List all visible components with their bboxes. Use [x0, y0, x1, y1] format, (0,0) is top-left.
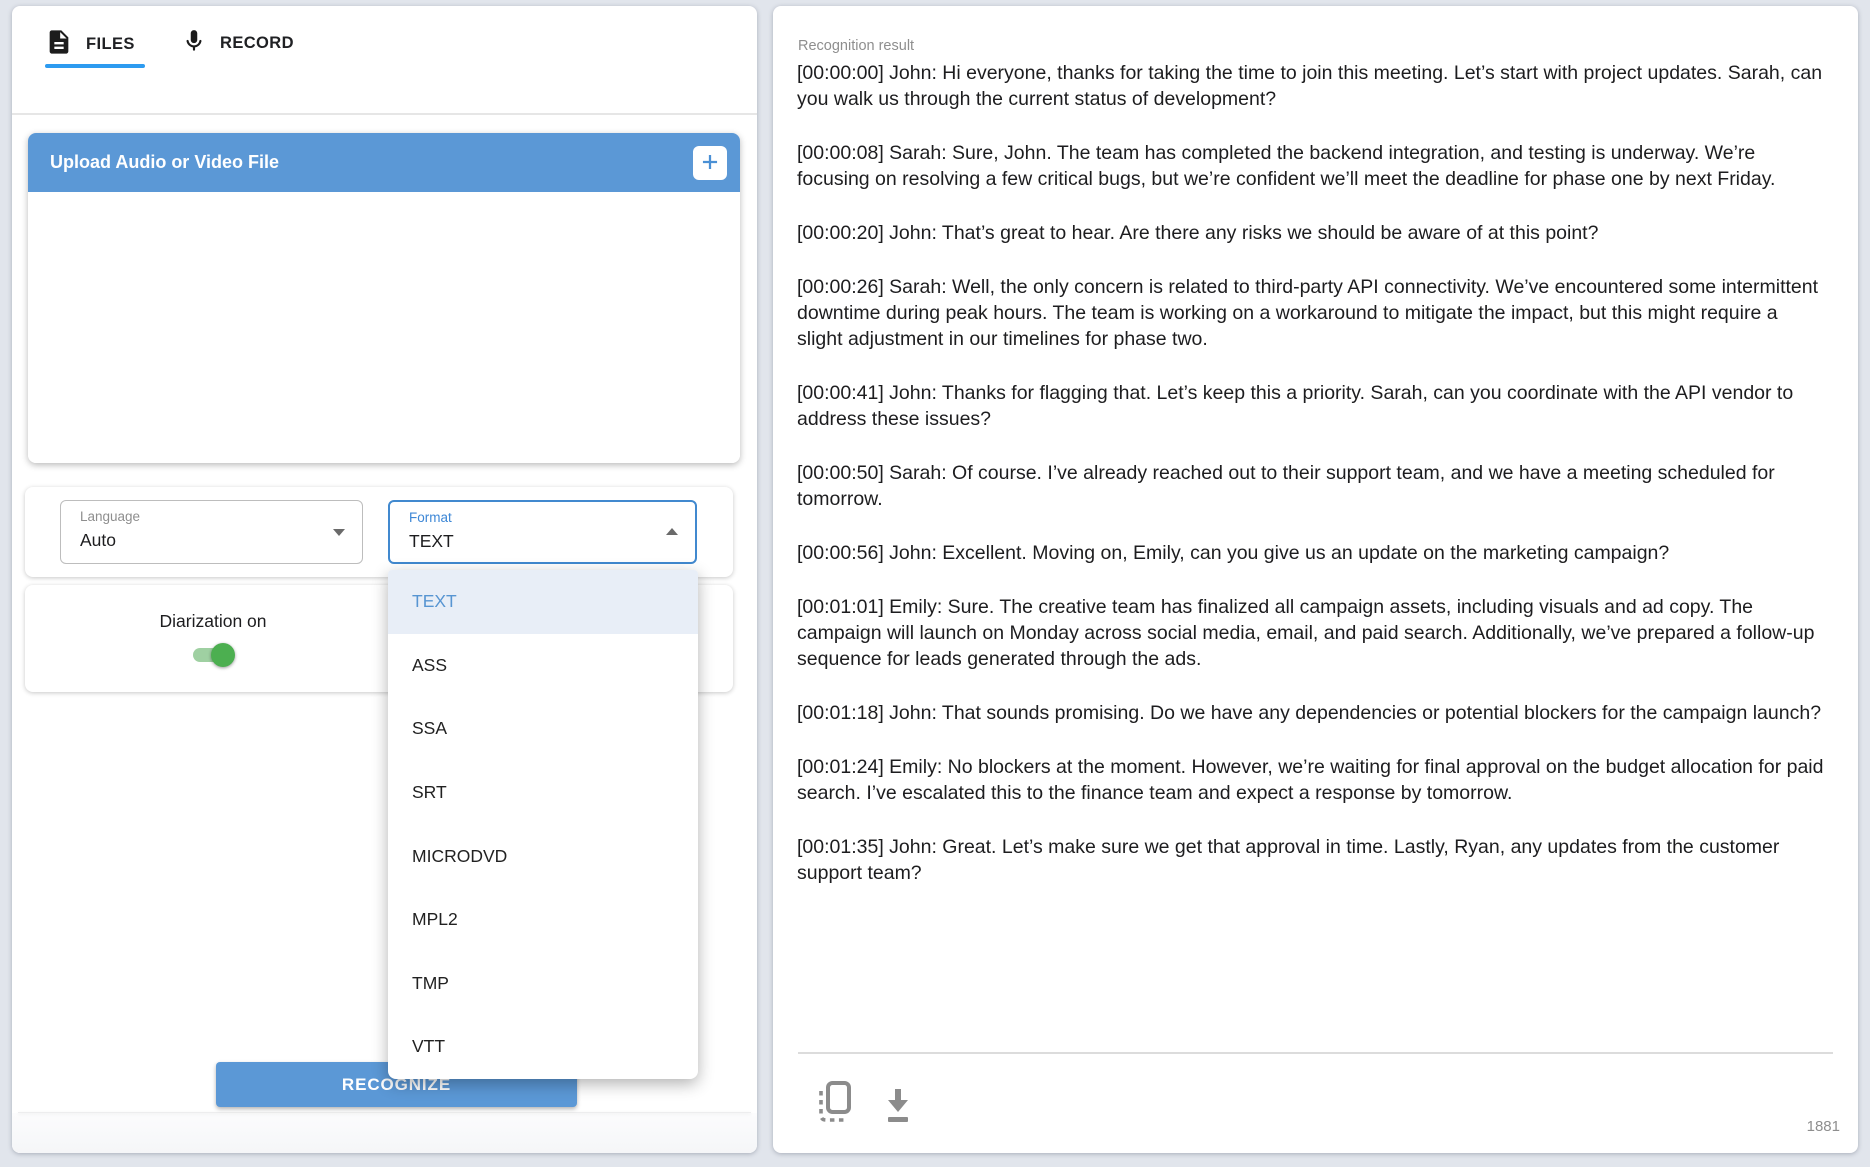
result-divider [798, 1052, 1833, 1054]
transcript-paragraph: [00:00:20] John: That’s great to hear. A… [797, 220, 1827, 246]
format-option[interactable]: ASS [388, 634, 698, 698]
document-icon [45, 28, 73, 61]
format-select-label: Format [409, 510, 452, 525]
tab-files-label: FILES [86, 35, 135, 54]
transcript-paragraph: [00:00:50] Sarah: Of course. I’ve alread… [797, 460, 1827, 512]
format-select[interactable]: Format TEXT [388, 500, 697, 564]
transcript-paragraph: [00:00:08] Sarah: Sure, John. The team h… [797, 140, 1827, 192]
transcript-paragraph: [00:00:56] John: Excellent. Moving on, E… [797, 540, 1827, 566]
transcript-paragraph: [00:01:18] John: That sounds promising. … [797, 700, 1827, 726]
upload-card-header: Upload Audio or Video File [28, 133, 740, 192]
tabs-divider [12, 113, 757, 115]
transcript-text: [00:00:00] John: Hi everyone, thanks for… [797, 60, 1827, 914]
panel-footer [12, 1113, 757, 1153]
transcript-paragraph: [00:01:35] John: Great. Let’s make sure … [797, 834, 1827, 886]
panel-footer-edge [18, 1112, 751, 1113]
transcript-paragraph: [00:00:26] Sarah: Well, the only concern… [797, 274, 1827, 352]
copy-icon [813, 1114, 855, 1129]
format-option[interactable]: TMP [388, 952, 698, 1016]
tab-record[interactable]: RECORD [181, 28, 294, 59]
tab-record-label: RECORD [220, 34, 294, 53]
download-icon [879, 1114, 917, 1129]
result-title: Recognition result [798, 38, 914, 54]
format-dropdown-menu: TEXTASSSSASRTMICRODVDMPL2TMPVTT [388, 570, 698, 1079]
language-select[interactable]: Language Auto [60, 500, 363, 564]
microphone-icon [181, 28, 207, 59]
language-select-value: Auto [80, 530, 116, 551]
diarization-label: Diarization on [160, 611, 267, 632]
diarization-toggle[interactable] [193, 643, 233, 667]
triangle-up-icon [666, 528, 678, 535]
format-option[interactable]: SSA [388, 697, 698, 761]
character-count: 1881 [1807, 1118, 1840, 1135]
format-option[interactable]: SRT [388, 761, 698, 825]
format-option[interactable]: MICRODVD [388, 824, 698, 888]
add-file-button[interactable] [693, 146, 727, 180]
active-tab-indicator [45, 64, 145, 68]
transcript-paragraph: [00:01:24] Emily: No blockers at the mom… [797, 754, 1827, 806]
triangle-down-icon [333, 529, 345, 536]
toggle-knob [211, 643, 235, 667]
upload-card-title: Upload Audio or Video File [50, 152, 279, 173]
format-option[interactable]: TEXT [388, 570, 698, 634]
recognition-result-panel: Recognition result [00:00:00] John: Hi e… [773, 6, 1858, 1153]
format-option[interactable]: VTT [388, 1015, 698, 1079]
diarization-control: Diarization on [28, 585, 398, 692]
plus-icon [698, 150, 722, 177]
transcript-paragraph: [00:01:01] Emily: Sure. The creative tea… [797, 594, 1827, 672]
format-option[interactable]: MPL2 [388, 888, 698, 952]
format-select-value: TEXT [409, 531, 454, 552]
language-select-label: Language [80, 509, 140, 524]
transcript-paragraph: [00:00:41] John: Thanks for flagging tha… [797, 380, 1827, 432]
transcript-paragraph: [00:00:00] John: Hi everyone, thanks for… [797, 60, 1827, 112]
copy-result-button[interactable] [813, 1078, 855, 1126]
options-card: Language Auto Format TEXT [25, 487, 733, 577]
download-result-button[interactable] [879, 1084, 917, 1126]
upload-card: Upload Audio or Video File [28, 133, 740, 463]
tab-files[interactable]: FILES [45, 28, 135, 61]
upload-dropzone[interactable] [28, 192, 740, 463]
